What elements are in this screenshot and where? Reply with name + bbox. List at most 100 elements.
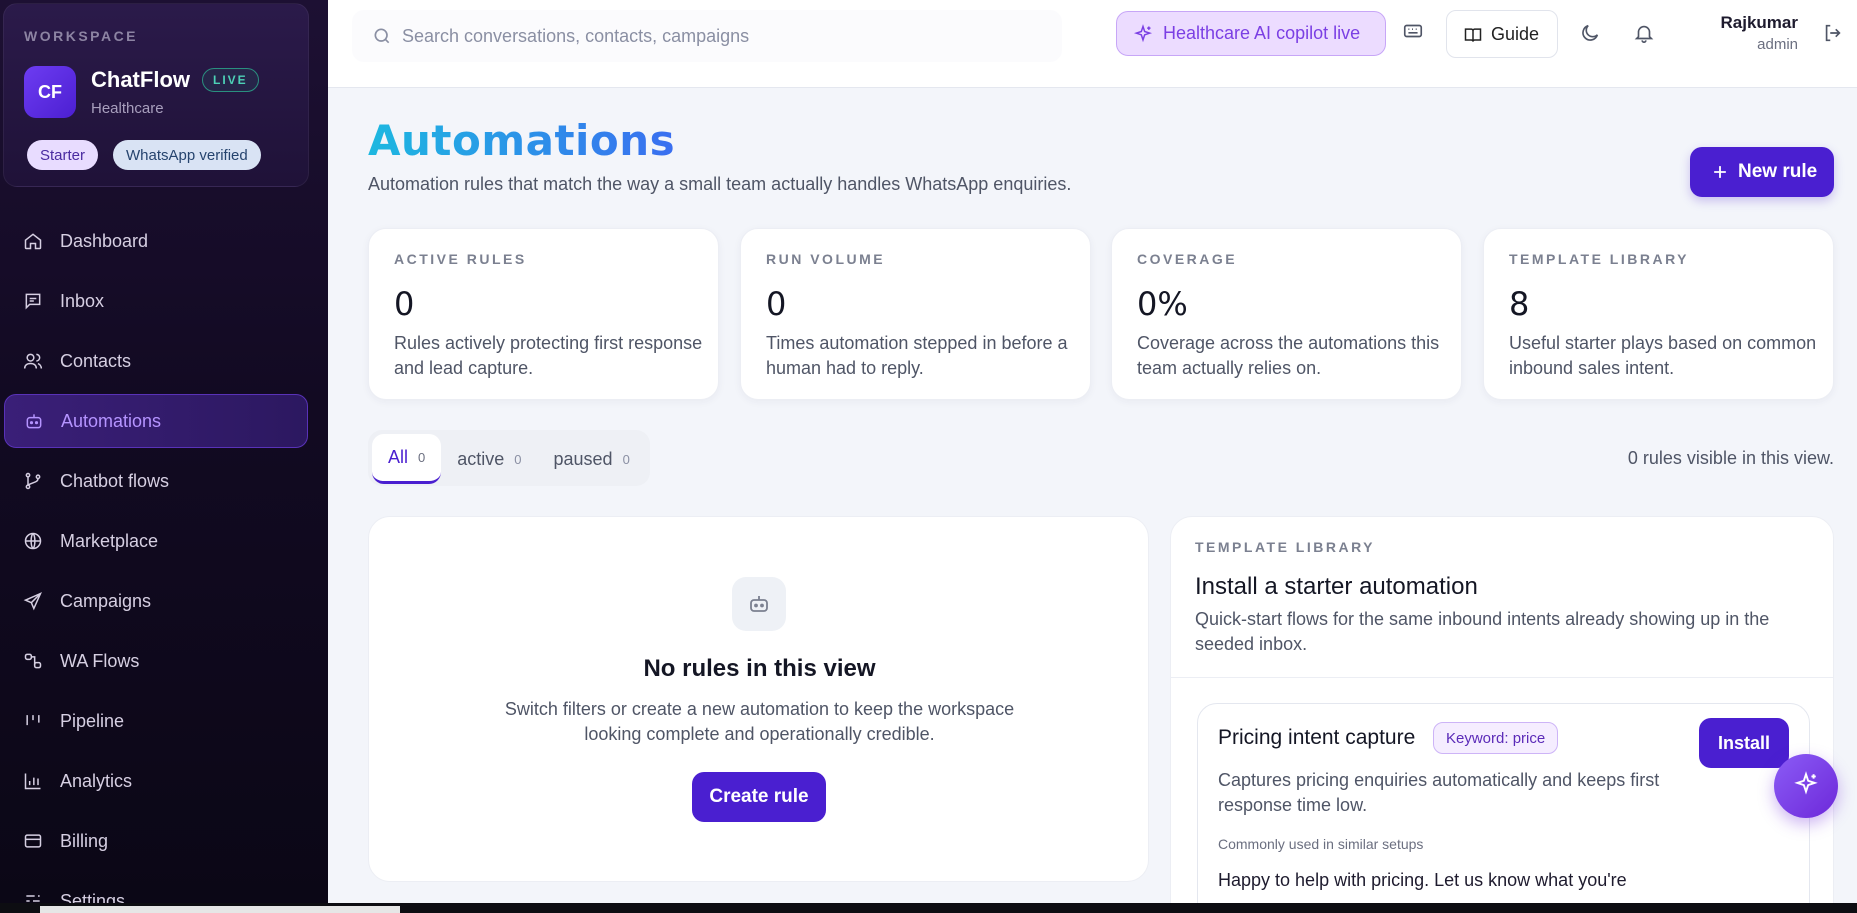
sidebar-item-label: Chatbot flows [60, 470, 170, 491]
taskbar-strip [0, 903, 1857, 913]
tab-active[interactable]: active 0 [441, 434, 537, 484]
stat-value: 8 [1509, 285, 1530, 323]
stat-description: Useful starter plays based on common inb… [1509, 333, 1817, 378]
library-description: Quick-start flows for the same inbound i… [1195, 609, 1770, 654]
bell-icon[interactable] [1633, 22, 1655, 49]
library-title: Install a starter automation [1195, 573, 1478, 600]
template-description: Captures pricing enquiries automatically… [1218, 770, 1660, 815]
sidebar-item-campaigns[interactable]: Campaigns [4, 574, 308, 628]
plan-badge: Starter [27, 140, 99, 170]
taskbar-segment [40, 906, 400, 913]
topbar: Search conversations, contacts, campaign… [328, 0, 1857, 88]
sidebar-item-label: Billing [60, 830, 109, 851]
guide-label: Guide [1491, 23, 1540, 44]
sidebar-item-label: WA Flows [60, 650, 140, 671]
home-icon [22, 230, 44, 252]
new-rule-label: New rule [1738, 161, 1818, 182]
stat-value: 0% [1137, 285, 1188, 323]
template-message-preview: Happy to help with pricing. Let us know … [1218, 870, 1627, 890]
sidebar-item-wa-flows[interactable]: WA Flows [4, 634, 308, 688]
empty-state-card: No rules in this view Switch filters or … [368, 516, 1149, 882]
sidebar-item-pipeline[interactable]: Pipeline [4, 694, 308, 748]
chart-icon [22, 770, 44, 792]
book-icon [1463, 25, 1483, 50]
page-title: Automations [368, 116, 676, 165]
guide-button[interactable]: Guide [1446, 10, 1558, 58]
tab-paused[interactable]: paused 0 [538, 434, 646, 484]
new-rule-button[interactable]: New rule [1690, 147, 1834, 197]
sidebar-item-label: Campaigns [60, 590, 152, 611]
sparkle-icon [1133, 24, 1153, 49]
globe-icon [22, 530, 44, 552]
user-name[interactable]: Rajkumar [1692, 13, 1798, 33]
sidebar-item-label: Inbox [60, 290, 105, 311]
workspace-label: WORKSPACE [24, 28, 139, 44]
sidebar-nav: Dashboard Inbox Contacts Automations Cha… [0, 214, 328, 913]
sidebar-item-label: Dashboard [60, 230, 149, 251]
card-icon [22, 830, 44, 852]
stat-label: ACTIVE RULES [394, 251, 527, 267]
search-input[interactable]: Search conversations, contacts, campaign… [352, 10, 1062, 62]
tab-label: paused [553, 448, 613, 469]
stat-description: Times automation stepped in before a hum… [766, 333, 1068, 378]
sidebar-item-inbox[interactable]: Inbox [4, 274, 308, 328]
live-badge: LIVE [202, 68, 259, 92]
sidebar-item-dashboard[interactable]: Dashboard [4, 214, 308, 268]
keyboard-icon[interactable] [1402, 20, 1424, 47]
sidebar-item-label: Contacts [60, 350, 132, 371]
filter-tabs: All 0 active 0 paused 0 [368, 430, 650, 486]
ai-assistant-button[interactable] [1774, 754, 1838, 818]
create-rule-button[interactable]: Create rule [692, 772, 826, 822]
sidebar-item-contacts[interactable]: Contacts [4, 334, 308, 388]
pipeline-icon [22, 710, 44, 732]
sidebar-item-marketplace[interactable]: Marketplace [4, 514, 308, 568]
sidebar-item-label: Pipeline [60, 710, 125, 731]
stat-description: Rules actively protecting first response… [394, 333, 703, 378]
bot-icon [732, 577, 786, 631]
stat-card-run-volume: RUN VOLUME 0 Times automation stepped in… [740, 228, 1091, 400]
sidebar-item-label: Analytics [60, 770, 133, 791]
stat-card-template-library: TEMPLATE LIBRARY 8 Useful starter plays … [1483, 228, 1834, 400]
workspace-card[interactable]: WORKSPACE CF ChatFlow LIVE Healthcare St… [3, 3, 309, 187]
bot-icon [23, 410, 45, 432]
copilot-button[interactable]: Healthcare AI copilot live [1116, 11, 1386, 56]
stat-value: 0 [766, 285, 787, 323]
install-button[interactable]: Install [1699, 718, 1789, 768]
tab-label: All [388, 447, 409, 467]
workspace-name: ChatFlow [91, 67, 190, 92]
workspace-avatar: CF [24, 66, 76, 118]
sidebar-item-chatbot-flows[interactable]: Chatbot flows [4, 454, 308, 508]
tab-count: 0 [418, 450, 426, 465]
sidebar-item-automations[interactable]: Automations [4, 394, 308, 448]
stat-card-active-rules: ACTIVE RULES 0 Rules actively protecting… [368, 228, 719, 400]
moon-icon[interactable] [1579, 22, 1601, 49]
logout-icon[interactable] [1822, 22, 1844, 49]
stat-label: TEMPLATE LIBRARY [1509, 251, 1689, 267]
stat-description: Coverage across the automations this tea… [1137, 333, 1440, 378]
user-role: admin [1757, 36, 1798, 53]
users-icon [22, 350, 44, 372]
stat-card-coverage: COVERAGE 0% Coverage across the automati… [1111, 228, 1462, 400]
send-icon [22, 590, 44, 612]
branch-icon [22, 470, 44, 492]
whatsapp-verified-badge: WhatsApp verified [113, 140, 261, 170]
sidebar-item-billing[interactable]: Billing [4, 814, 308, 868]
tab-all[interactable]: All 0 [372, 434, 442, 484]
page-subtitle: Automation rules that match the way a sm… [368, 174, 1072, 194]
flow-icon [22, 650, 44, 672]
sidebar: WORKSPACE CF ChatFlow LIVE Healthcare St… [0, 0, 328, 911]
template-title: Pricing intent capture [1218, 726, 1416, 749]
stat-label: COVERAGE [1137, 251, 1238, 267]
search-icon [372, 26, 392, 51]
workspace-industry: Healthcare [91, 100, 164, 117]
copilot-label: Healthcare AI copilot live [1163, 23, 1361, 43]
sidebar-item-analytics[interactable]: Analytics [4, 754, 308, 808]
sidebar-item-label: Marketplace [60, 530, 159, 551]
search-placeholder: Search conversations, contacts, campaign… [402, 25, 750, 46]
sparkle-icon [1793, 770, 1819, 802]
message-icon [22, 290, 44, 312]
template-item: Pricing intent capture Keyword: price In… [1197, 703, 1810, 912]
tab-count: 0 [622, 451, 630, 467]
template-note: Commonly used in similar setups [1218, 836, 1424, 852]
template-library-card: TEMPLATE LIBRARY Install a starter autom… [1170, 516, 1834, 913]
